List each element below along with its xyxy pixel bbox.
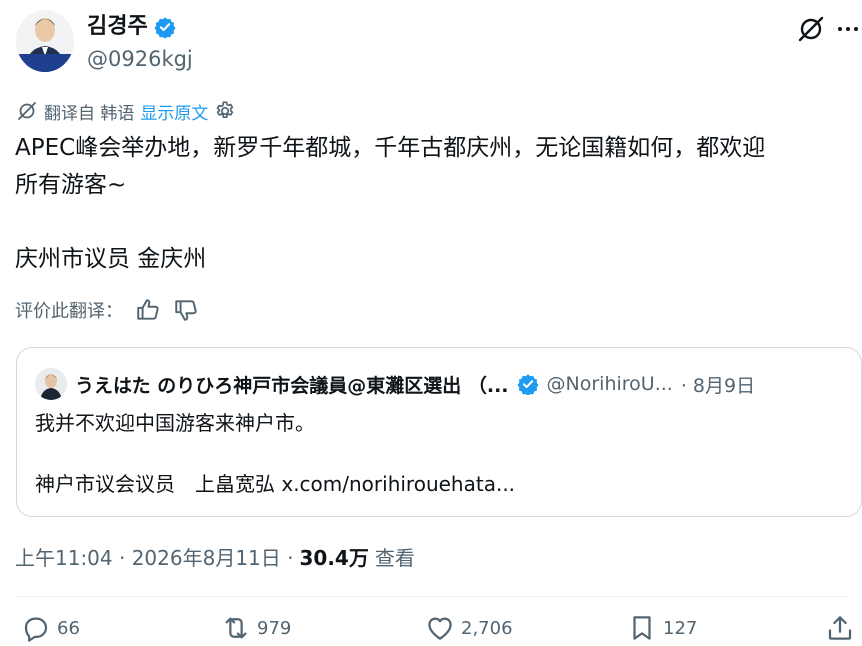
tweet-text-line: 庆州市议员 金庆州 (15, 246, 207, 272)
quoted-tweet-date[interactable]: · 8月9日 (681, 371, 755, 398)
rate-translation: 评价此翻译： (15, 295, 199, 325)
author-display-name[interactable]: 김경주 (87, 12, 148, 42)
translate-bar: 翻译自 韩语 显示原文 (16, 98, 236, 124)
quoted-author-handle[interactable]: @NorihiroU... (547, 373, 673, 395)
thumbs-down-icon[interactable] (173, 297, 199, 323)
quoted-tweet[interactable]: うえはた のりひろ神戸市会議員@東灘区選出 （... @NorihiroU...… (16, 347, 862, 517)
quoted-tweet-text: 我并不欢迎中国游客来神户市。 神户市议会议员 上畠宽弘 x.com/norihi… (35, 408, 855, 500)
like-count: 2,706 (461, 617, 513, 639)
rate-translation-label: 评价此翻译： (15, 301, 123, 322)
reply-button[interactable]: 66 (21, 610, 80, 646)
author-avatar[interactable] (16, 10, 74, 72)
more-icon[interactable] (833, 14, 862, 44)
tweet-meta: 上午11:04 · 2026年8月11日 · 30.4万 查看 (15, 540, 415, 572)
verified-badge-icon (516, 374, 539, 395)
translated-from-label: 翻译自 韩语 (44, 103, 135, 124)
repost-count: 979 (257, 617, 292, 639)
translate-icon (18, 102, 36, 120)
repost-icon (225, 617, 247, 639)
tweet-text: APEC峰会举办地，新罗千年都城，千年古都庆州，无论国籍如何，都欢迎 所有游客~… (15, 130, 855, 278)
quoted-author-avatar[interactable] (35, 368, 67, 400)
tweet-timestamp[interactable]: 上午11:04 · 2026年8月11日 · (15, 542, 294, 571)
reply-icon (24, 617, 48, 642)
share-icon (828, 616, 852, 640)
grok-icon[interactable] (796, 14, 826, 44)
tweet-header: 김경주 @0926kgj (16, 10, 862, 74)
reply-count: 66 (57, 617, 80, 639)
repost-button[interactable]: 979 (221, 610, 291, 646)
divider (15, 596, 847, 597)
share-button[interactable] (825, 610, 855, 646)
tweet-text-line: 所有游客~ (15, 172, 127, 198)
quoted-text-line: 我并不欢迎中国游客来神户市。 (35, 411, 315, 435)
views-count: 30.4万 (299, 545, 369, 570)
like-icon (428, 617, 452, 640)
views-label: 查看 (374, 545, 415, 570)
action-bar: 66 979 2,706 127 (15, 610, 855, 646)
gear-icon[interactable] (214, 100, 236, 122)
author-handle[interactable]: @0926kgj (87, 44, 193, 74)
bookmark-icon (633, 616, 651, 640)
show-original-link[interactable]: 显示原文 (140, 99, 208, 124)
thumbs-up-icon[interactable] (135, 297, 161, 323)
quoted-text-line: 神户市议会议员 上畠宽弘 x.com/norihirouehata... (35, 472, 516, 496)
bookmark-count: 127 (663, 617, 698, 639)
quoted-author-name[interactable]: うえはた のりひろ神戸市会議員@東灘区選出 （... (75, 371, 509, 398)
verified-badge-icon (154, 17, 176, 38)
bookmark-button[interactable]: 127 (627, 610, 697, 646)
like-button[interactable]: 2,706 (425, 610, 513, 646)
tweet-text-line: APEC峰会举办地，新罗千年都城，千年古都庆州，无论国籍如何，都欢迎 (15, 135, 766, 161)
